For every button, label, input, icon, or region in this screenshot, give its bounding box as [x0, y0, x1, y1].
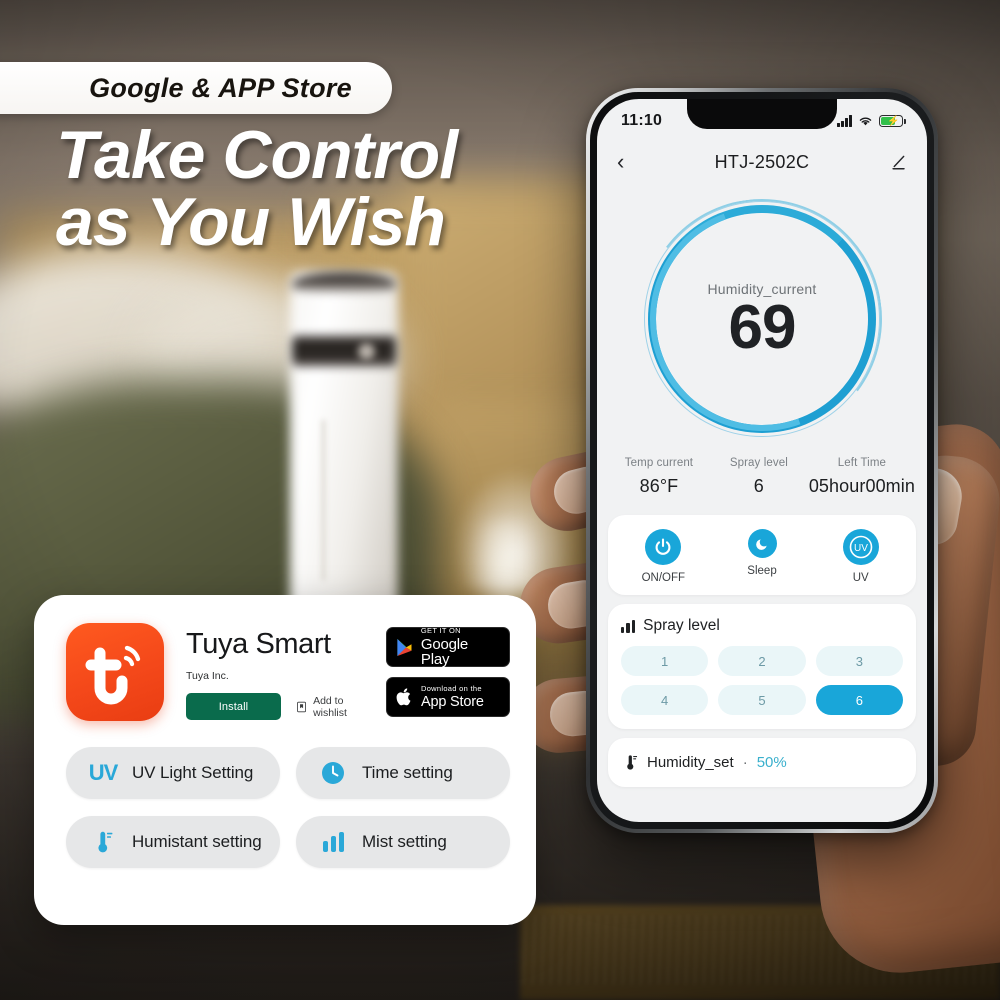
apple-icon — [396, 688, 411, 706]
thermometer-icon — [88, 829, 118, 855]
uv-icon: UV — [842, 529, 879, 565]
store-availability-badge-label: Google & APP Store — [89, 72, 352, 103]
feature-mist-setting[interactable]: Mist setting — [296, 816, 510, 868]
power-icon — [645, 529, 682, 565]
stat-label: Spray level — [729, 457, 788, 469]
app-promo-card: Tuya Smart Tuya Inc. Install Add to wish… — [34, 595, 536, 925]
tuya-logo-icon — [66, 623, 164, 721]
gauge-readout: Humidity_current 69 — [648, 205, 876, 433]
feature-pill-grid: UV UV Light Setting Time setting Humista… — [66, 747, 510, 868]
google-play-badge-text: GET IT ON Google Play — [421, 627, 500, 667]
control-cards: ON/OFF z Sleep UV UV Spray level 1 2 3 4… — [597, 515, 927, 822]
control-uv[interactable]: UV UV — [811, 529, 910, 584]
google-play-badge[interactable]: GET IT ON Google Play — [386, 627, 510, 667]
svg-text:UV: UV — [854, 543, 868, 554]
spray-level-grid: 1 2 3 4 5 6 — [621, 646, 903, 715]
moon-sleep-icon: z — [747, 529, 777, 558]
humidity-set-card[interactable]: Humidity_set · 50% — [608, 738, 916, 787]
store-badge-top: GET IT ON — [420, 626, 461, 636]
spray-level-title: Spray level — [643, 617, 720, 634]
spray-level-button-6[interactable]: 6 — [815, 685, 903, 715]
control-label: ON/OFF — [641, 572, 686, 584]
phone-screen: 11:10 ⚡ ‹ HTJ-2502C Humidity_current 69 … — [597, 99, 927, 822]
stat-value: 05hour00min — [808, 476, 915, 496]
stat-value: 86°F — [639, 476, 679, 496]
smartphone: 11:10 ⚡ ‹ HTJ-2502C Humidity_current 69 … — [586, 88, 938, 833]
spray-level-button-4[interactable]: 4 — [621, 685, 709, 715]
control-label: UV — [852, 572, 869, 584]
hero-headline-line2: as You Wish — [56, 184, 446, 261]
stats-row: Temp current 86°F Spray level 6 Left Tim… — [597, 453, 927, 515]
store-badge-bottom: App Store — [421, 693, 484, 710]
add-to-wishlist-label: Add to wishlist — [313, 694, 347, 719]
wifi-icon — [859, 117, 872, 126]
store-badge-top: Download on the — [421, 684, 482, 693]
stat-temp-current: Temp current 86°F — [609, 457, 709, 497]
store-badge-bottom: Google Play — [420, 635, 469, 668]
gauge-value: 69 — [728, 292, 797, 362]
feature-label: Time setting — [362, 763, 453, 782]
stat-label: Temp current — [624, 457, 694, 469]
spray-level-button-5[interactable]: 5 — [718, 685, 806, 715]
svg-text:z: z — [761, 537, 763, 542]
feature-humistant-setting[interactable]: Humistant setting — [66, 816, 280, 868]
bars-icon — [621, 619, 636, 633]
signal-bars-icon — [837, 115, 852, 127]
feature-label: Humistant setting — [132, 832, 262, 851]
spray-level-header: Spray level — [621, 617, 903, 635]
pencil-edit-icon[interactable] — [890, 154, 907, 171]
app-nav-bar: ‹ HTJ-2502C — [597, 139, 927, 185]
spray-level-button-3[interactable]: 3 — [815, 646, 903, 676]
feature-uv-light-setting[interactable]: UV UV Light Setting — [66, 747, 280, 799]
app-store-listing-row: Tuya Smart Tuya Inc. Install Add to wish… — [66, 623, 510, 721]
humidity-set-value: 50% — [756, 754, 787, 771]
humidity-set-separator: · — [742, 754, 748, 771]
phone-notch — [687, 99, 837, 129]
device-title: HTJ-2502C — [714, 151, 810, 172]
status-bar-icons: ⚡ — [837, 114, 906, 128]
battery-charging-icon: ⚡ — [879, 114, 906, 128]
humidity-gauge-section: Humidity_current 69 — [597, 165, 927, 473]
back-chevron-icon[interactable]: ‹ — [617, 151, 624, 173]
add-to-wishlist-action[interactable]: Add to wishlist — [297, 695, 364, 719]
status-bar-time: 11:10 — [621, 112, 663, 129]
app-info: Tuya Smart Tuya Inc. Install Add to wish… — [186, 623, 364, 721]
app-store-badge[interactable]: Download on the App Store — [386, 677, 510, 717]
feature-time-setting[interactable]: Time setting — [296, 747, 510, 799]
stat-left-time: Left Time 05hour00min — [809, 457, 915, 497]
hero-headline: Take Control as You Wish — [56, 121, 458, 261]
control-onoff[interactable]: ON/OFF — [614, 529, 713, 584]
clock-icon — [318, 760, 348, 786]
spray-level-button-1[interactable]: 1 — [621, 646, 709, 676]
app-name: Tuya Smart — [186, 628, 331, 660]
stat-value: 6 — [753, 476, 764, 496]
control-sleep[interactable]: z Sleep — [713, 529, 812, 584]
thermometer-icon — [627, 755, 638, 770]
control-label: Sleep — [747, 565, 777, 577]
bars-icon — [318, 832, 348, 852]
feature-label: UV Light Setting — [132, 763, 254, 782]
humidity-gauge: Humidity_current 69 — [608, 165, 916, 473]
store-badges: GET IT ON Google Play Download on the Ap… — [386, 623, 510, 717]
hero-headline-line1: Take Control — [56, 117, 458, 193]
app-actions: Install Add to wishlist — [186, 693, 364, 721]
stat-spray-level: Spray level 6 — [709, 457, 809, 497]
app-store-badge-text: Download on the App Store — [421, 685, 484, 709]
google-play-icon — [397, 638, 412, 656]
store-availability-badge: Google & APP Store — [0, 62, 392, 114]
bookmark-icon — [297, 701, 306, 713]
app-developer: Tuya Inc. — [186, 670, 229, 683]
spray-level-card: Spray level 1 2 3 4 5 6 — [608, 604, 916, 729]
humidity-set-label: Humidity_set — [647, 754, 734, 771]
stat-label: Left Time — [837, 457, 886, 469]
spray-level-button-2[interactable]: 2 — [718, 646, 806, 676]
quick-controls-card: ON/OFF z Sleep UV UV — [608, 515, 916, 595]
install-button[interactable]: Install — [186, 693, 281, 721]
feature-label: Mist setting — [362, 832, 447, 851]
uv-icon: UV — [88, 760, 119, 785]
